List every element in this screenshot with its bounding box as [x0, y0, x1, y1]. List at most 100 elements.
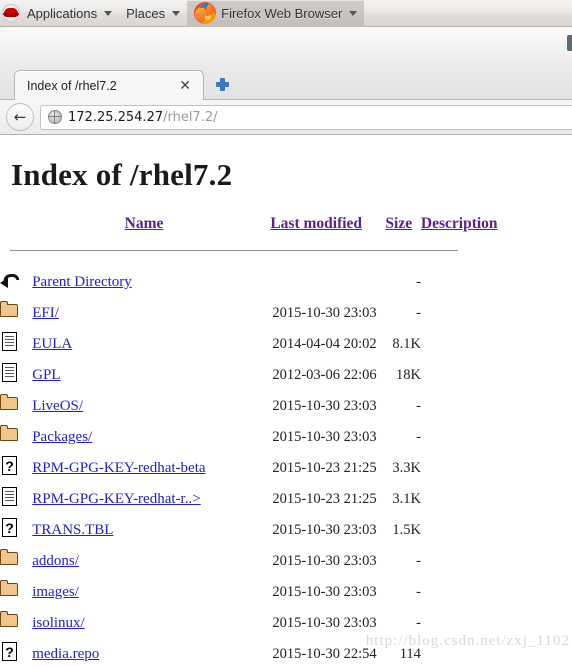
- file-link[interactable]: EULA: [32, 336, 72, 352]
- row-description-cell: [421, 515, 572, 546]
- row-size-cell: -: [416, 553, 421, 569]
- panel-menu-places-label: Places: [126, 5, 166, 21]
- firefox-window: Index of /rhel7.2 ✕ ← 172.25.254.27/rhel…: [0, 27, 572, 667]
- sort-by-name-link[interactable]: Name: [125, 215, 164, 232]
- tab-index-of-rhel72[interactable]: Index of /rhel7.2 ✕: [14, 70, 204, 100]
- sort-by-modified-link[interactable]: Last modified: [270, 215, 362, 232]
- row-icon-cell: [0, 329, 32, 360]
- address-bar[interactable]: 172.25.254.27/rhel7.2/: [40, 104, 572, 130]
- row-icon-cell: [0, 267, 32, 298]
- file-link[interactable]: RPM-GPG-KEY-redhat-beta: [32, 460, 205, 476]
- tab-title: Index of /rhel7.2: [27, 78, 117, 93]
- header-divider-cell: [0, 237, 572, 267]
- row-modified-cell: 2015-10-30 23:03: [272, 398, 377, 414]
- row-name-cell: images/: [32, 577, 256, 608]
- row-icon-cell: [0, 484, 32, 515]
- row-modified-cell: 2015-10-23 21:25: [272, 460, 377, 476]
- row-name-cell: Parent Directory: [32, 267, 256, 298]
- row-size-cell: -: [416, 274, 421, 290]
- row-modified-cell: [256, 267, 377, 298]
- row-icon-cell: [0, 608, 32, 639]
- row-size-cell: 3.1K: [392, 491, 421, 507]
- file-link[interactable]: media.repo: [32, 646, 99, 662]
- column-header-description: Description: [421, 215, 572, 237]
- navigation-toolbar: ← 172.25.254.27/rhel7.2/: [0, 100, 572, 135]
- file-link[interactable]: isolinux/: [32, 615, 85, 631]
- row-icon-cell: [0, 577, 32, 608]
- file-link[interactable]: Packages/: [32, 429, 92, 445]
- row-name-cell: isolinux/: [32, 608, 256, 639]
- file-link[interactable]: GPL: [32, 367, 60, 383]
- row-size-cell: -: [416, 398, 421, 414]
- header-rule-row: [0, 237, 572, 267]
- file-link[interactable]: TRANS.TBL: [32, 522, 113, 538]
- row-description-cell: [421, 391, 572, 422]
- row-size-cell: -: [416, 305, 421, 321]
- folder-icon: [0, 393, 20, 415]
- table-row: Parent Directory -: [0, 267, 572, 298]
- parent-directory-icon: [0, 269, 22, 291]
- file-link[interactable]: Parent Directory: [32, 274, 132, 290]
- row-modified-cell: 2014-04-04 20:02: [272, 336, 377, 352]
- table-row: EFI/2015-10-30 23:03 -: [0, 298, 572, 329]
- row-modified-cell: 2015-10-30 22:54: [272, 646, 377, 662]
- panel-menu-applications[interactable]: Applications: [20, 0, 119, 27]
- row-size-cell: 18K: [395, 367, 421, 383]
- directory-listing-body: Parent Directory - EFI/2015-10-30 23:03 - EU…: [0, 267, 572, 667]
- file-link[interactable]: LiveOS/: [32, 398, 83, 414]
- sort-by-size-link[interactable]: Size: [385, 215, 412, 232]
- row-modified-cell: 2015-10-30 23:03: [272, 429, 377, 445]
- table-row: LiveOS/2015-10-30 23:03 -: [0, 391, 572, 422]
- caret-down-icon: [349, 10, 358, 16]
- table-row: isolinux/2015-10-30 23:03 -: [0, 608, 572, 639]
- browser-titlebar: [0, 27, 572, 66]
- table-row: EULA 2014-04-04 20:02 8.1K: [0, 329, 572, 360]
- folder-icon: [0, 579, 20, 601]
- column-header-size: Size: [377, 215, 421, 237]
- row-icon-cell: [0, 453, 32, 484]
- row-name-cell: EFI/: [32, 298, 256, 329]
- window-edge-control[interactable]: [567, 35, 572, 51]
- back-arrow-icon: ←: [13, 107, 27, 126]
- unknown-file-icon: [0, 641, 20, 663]
- file-link[interactable]: RPM-GPG-KEY-redhat-r..>: [32, 491, 200, 507]
- caret-down-icon: [172, 10, 181, 16]
- row-description-cell: [421, 422, 572, 453]
- row-modified-cell: 2012-03-06 22:06: [272, 367, 377, 383]
- text-file-icon: [0, 331, 20, 353]
- back-button[interactable]: ←: [6, 103, 34, 131]
- file-link[interactable]: addons/: [32, 553, 79, 569]
- column-header-icon: [0, 215, 32, 237]
- desktop-top-panel: Applications Places Firefox Web Browser: [0, 0, 572, 27]
- redhat-logo-icon[interactable]: [2, 4, 20, 22]
- row-size-cell: -: [416, 584, 421, 600]
- column-header-name: Name: [32, 215, 256, 237]
- file-link[interactable]: images/: [32, 584, 79, 600]
- row-name-cell: addons/: [32, 546, 256, 577]
- row-description-cell: [421, 329, 572, 360]
- new-tab-button[interactable]: [209, 70, 235, 98]
- header-divider: [10, 250, 458, 251]
- panel-menu-places[interactable]: Places: [119, 0, 187, 27]
- panel-window-firefox[interactable]: Firefox Web Browser: [187, 0, 365, 27]
- table-row: RPM-GPG-KEY-redhat-r..> 2015-10-23 21:25 3…: [0, 484, 572, 515]
- row-description-cell: [421, 298, 572, 329]
- table-row: Packages/2015-10-30 23:03 -: [0, 422, 572, 453]
- folder-icon: [0, 424, 20, 446]
- table-row: media.repo 2015-10-30 22:54 114: [0, 639, 572, 667]
- table-row: RPM-GPG-KEY-redhat-beta 2015-10-23 21:25 3…: [0, 453, 572, 484]
- row-modified-cell: 2015-10-30 23:03: [272, 305, 377, 321]
- row-name-cell: TRANS.TBL: [32, 515, 256, 546]
- row-description-cell: [421, 577, 572, 608]
- close-icon[interactable]: ✕: [174, 79, 196, 93]
- row-size-cell: 8.1K: [392, 336, 421, 352]
- table-header-row: Name Last modified Size Description: [0, 215, 572, 237]
- panel-window-firefox-label: Firefox Web Browser: [221, 5, 343, 21]
- row-name-cell: RPM-GPG-KEY-redhat-beta: [32, 453, 256, 484]
- row-name-cell: EULA: [32, 329, 256, 360]
- page-title: Index of /rhel7.2: [11, 157, 233, 192]
- sort-by-description-link[interactable]: Description: [421, 215, 498, 232]
- file-link[interactable]: EFI/: [32, 305, 59, 321]
- row-description-cell: [421, 484, 572, 515]
- tab-strip: Index of /rhel7.2 ✕: [0, 66, 572, 100]
